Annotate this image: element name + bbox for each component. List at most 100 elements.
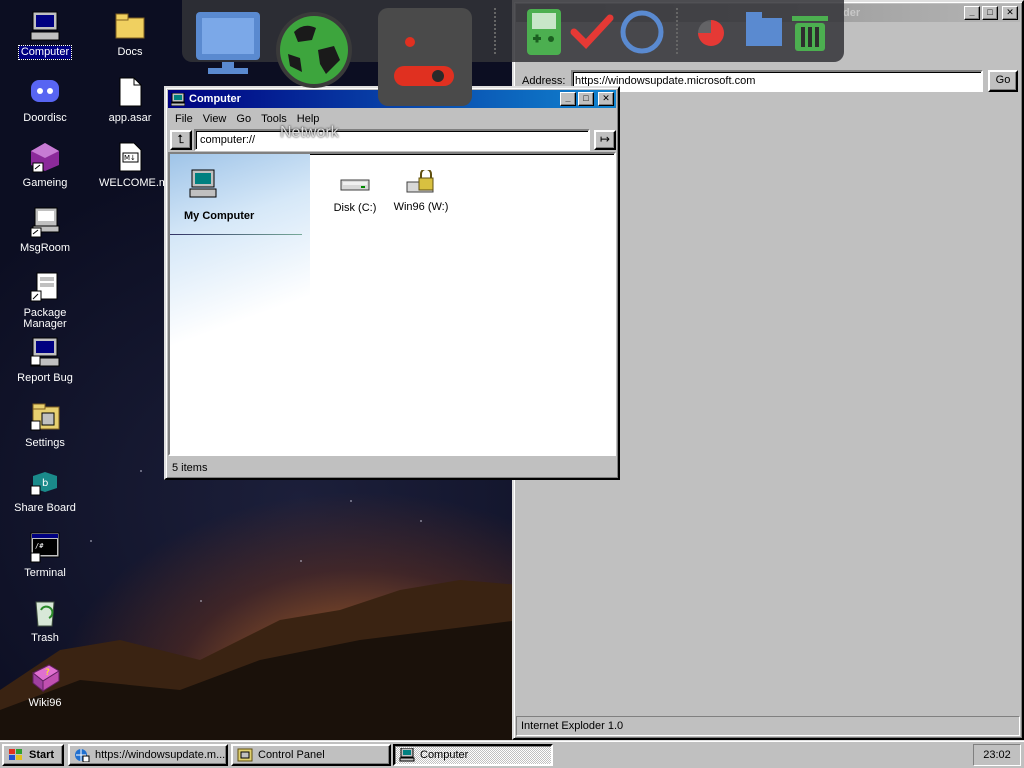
dock-item-circle[interactable] [618,8,666,59]
dock-item-checkmark[interactable] [570,10,614,57]
file-item-label: Disk (C:) [333,202,377,214]
explorer-status-text: 5 items [172,462,208,474]
menu-view[interactable]: View [198,113,232,125]
browser-icon [75,749,90,762]
desktop-icon-docs[interactable]: Docs [97,10,163,59]
explorer-title: Computer [189,93,241,105]
file-item-win96-w[interactable]: Win96 (W:) [386,168,456,213]
close-button[interactable]: ✕ [1002,6,1018,20]
task-browser[interactable]: https://windowsupdate.m... [68,744,228,766]
dock-item-folder[interactable] [744,6,784,51]
go-button-label: Go [995,74,1011,86]
dock-separator [494,8,496,54]
path-input[interactable]: computer:// [194,129,590,151]
desktop-icon-label: Wiki96 [28,697,62,709]
mountain-silhouette [0,580,520,740]
taskbar: Start https://windowsupdate.m... Control… [0,740,1024,768]
explorer-path-bar: ⮤ computer:// ↦ [166,128,618,152]
terminal-icon: /# [29,531,61,563]
sidebar-divider [170,234,302,235]
markdown-file-icon: M↓ [114,141,146,173]
desktop-icon-wiki96[interactable]: ? Wiki96 [12,661,78,710]
clock-time: 23:02 [983,749,1011,761]
desktop-icon-trash[interactable]: Trash [12,596,78,645]
go-path-button[interactable]: ↦ [594,130,616,150]
dock-item-network[interactable]: Network [274,10,354,141]
explorer-window[interactable]: Computer _ □ ✕ File View Go Tools Help ⮤… [164,86,620,480]
explorer-status-bar: 5 items [168,458,616,478]
browser-status-text: Internet Exploder 1.0 [521,720,624,732]
report-bug-icon [29,336,61,368]
desktop-icon-label: Computer [17,45,73,60]
desktop-icon-app-asar[interactable]: app.asar [97,76,163,125]
settings-icon [29,401,61,433]
desktop-icon-label: MsgRoom [19,242,71,254]
desktop-icon-report-bug[interactable]: Report Bug [12,336,78,385]
task-control-panel[interactable]: Control Panel [231,744,391,766]
desktop-icon-terminal[interactable]: /# Terminal [12,531,78,580]
menu-go[interactable]: Go [231,113,256,125]
address-input[interactable]: https://windowsupdate.microsoft.com [571,70,983,92]
desktop-icon-share-board[interactable]: b Share Board [12,466,78,515]
package-icon [29,271,61,303]
desktop-icon-msgroom[interactable]: MsgRoom [12,206,78,255]
desktop-icon-label: Share Board [14,502,76,514]
path-value: computer:// [200,134,256,146]
desktop-icon-label: Settings [25,437,65,449]
msgroom-icon [29,206,61,238]
explorer-menubar: File View Go Tools Help [166,110,618,128]
minimize-button[interactable]: _ [560,92,576,106]
sidebar-title: My Computer [184,210,255,222]
svg-text:M↓: M↓ [124,154,136,162]
desktop-icon-welcome-md[interactable]: M↓ WELCOME.md [97,141,174,190]
taskbar-clock[interactable]: 23:02 [973,744,1021,766]
svg-text:/#: /# [35,542,44,550]
task-label: https://windowsupdate.m... [95,749,226,761]
dock-item-pie[interactable] [696,18,726,51]
go-arrow-icon: ↦ [599,132,611,146]
trash-icon [29,596,61,628]
dock-item-trash[interactable] [792,12,828,55]
file-item-label: Win96 (W:) [393,201,449,213]
maximize-button[interactable]: □ [578,92,594,106]
maximize-button[interactable]: □ [982,6,998,20]
up-folder-button[interactable]: ⮤ [170,130,192,150]
explorer-sidebar: My Computer [170,154,310,454]
dock-item-monitor[interactable] [194,8,264,79]
monitor-icon [196,12,260,74]
locked-drive-icon [406,168,434,193]
desktop-icon-label: Trash [31,632,59,644]
svg-text:b: b [42,478,48,489]
desktop-icon-computer[interactable]: Computer [12,10,78,60]
dock-item-toggle[interactable] [378,8,472,109]
menu-file[interactable]: File [170,113,198,125]
wiki-book-icon: ? [29,661,61,693]
dock-item-gameboy[interactable] [527,9,561,58]
windows-logo-icon [9,749,22,760]
desktop-icon-gameing[interactable]: Gameing [12,141,78,190]
start-button[interactable]: Start [2,744,64,766]
desktop-icon-label: Package Manager [23,307,67,330]
close-button[interactable]: ✕ [598,92,614,106]
gameboy-icon [527,9,561,55]
pie-icon [698,20,724,46]
trash-icon [792,16,828,51]
file-item-disk-c[interactable]: Disk (C:) [320,172,390,214]
desktop-icon-doordisc[interactable]: Doordisc [12,76,78,125]
desktop-icon-settings[interactable]: Settings [12,401,78,450]
file-icon [114,76,146,108]
share-board-icon: b [29,466,61,498]
up-arrow-icon: ⮤ [177,132,185,146]
computer-icon [29,10,61,42]
dock-separator [676,8,678,54]
explorer-content[interactable]: My Computer Disk (C:) Win96 (W:) [168,152,616,456]
svg-text:?: ? [45,668,50,678]
control-panel-icon [237,748,253,762]
minimize-button[interactable]: _ [964,6,980,20]
desktop-icon-package-manager[interactable]: Package Manager [12,271,78,331]
cube-icon [29,141,61,173]
task-computer[interactable]: Computer [393,744,553,766]
computer-icon [171,92,185,106]
desktop-icon-label: Terminal [24,567,66,579]
go-button[interactable]: Go [988,70,1018,92]
